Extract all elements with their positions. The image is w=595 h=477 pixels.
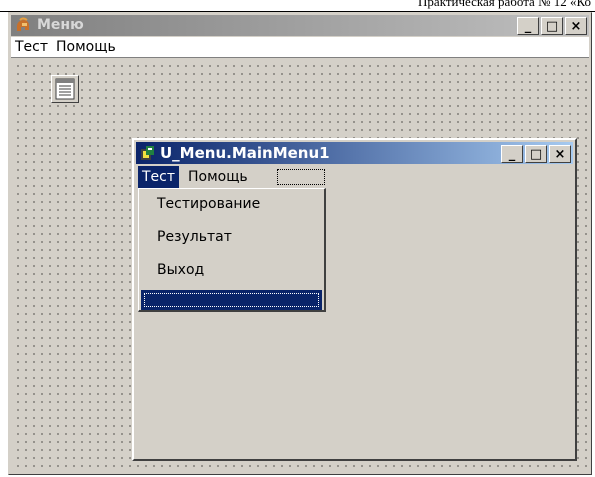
- new-menu-item-placeholder[interactable]: [277, 169, 325, 185]
- new-dropdown-item-placeholder[interactable]: [141, 290, 322, 310]
- menu-designer-title: U_Menu.MainMenu1: [160, 144, 330, 162]
- outer-menubar: Тест Помощь: [11, 37, 589, 58]
- document-header-text: Практическая работа № 12 «Ко: [418, 0, 591, 9]
- dropdown-item-result[interactable]: Результат: [157, 226, 232, 248]
- menu-designer-menubar: Тест Помощь: [136, 166, 573, 188]
- minimize-button[interactable]: _: [501, 145, 523, 163]
- menu-designer-icon: [141, 146, 154, 160]
- mainmenu-component-icon: [55, 78, 75, 100]
- outer-form-window: Меню _ □ × Тест Помощь U_Menu.MainMenu1 …: [8, 12, 592, 475]
- maximize-button[interactable]: □: [541, 17, 563, 35]
- dropdown-item-testing[interactable]: Тестирование: [157, 193, 260, 215]
- menu-designer-titlebar[interactable]: U_Menu.MainMenu1 _ □ ×: [136, 142, 573, 164]
- close-button[interactable]: ×: [549, 145, 571, 163]
- close-button[interactable]: ×: [565, 17, 587, 35]
- focus-rectangle: [144, 293, 319, 307]
- outer-titlebar[interactable]: Меню _ □ ×: [11, 15, 589, 36]
- menu-designer-window: U_Menu.MainMenu1 _ □ × Тест Помощь Тести…: [132, 138, 577, 461]
- designer-menu-item-help[interactable]: Помощь: [184, 166, 252, 188]
- maximize-button[interactable]: □: [525, 145, 547, 163]
- dropdown-item-exit[interactable]: Выход: [157, 259, 204, 281]
- menu-item-test[interactable]: Тест: [11, 37, 52, 55]
- minimize-button[interactable]: _: [517, 17, 539, 35]
- mainmenu-component[interactable]: [51, 75, 79, 103]
- outer-caption-buttons: _ □ ×: [517, 17, 587, 35]
- menu-designer-caption-buttons: _ □ ×: [501, 145, 571, 163]
- outer-window-title: Меню: [37, 17, 84, 33]
- app-helmet-icon: [16, 17, 29, 31]
- menu-item-help[interactable]: Помощь: [52, 37, 120, 55]
- designer-menu-item-test[interactable]: Тест: [138, 166, 180, 188]
- test-dropdown-menu: Тестирование Результат Выход: [138, 188, 326, 312]
